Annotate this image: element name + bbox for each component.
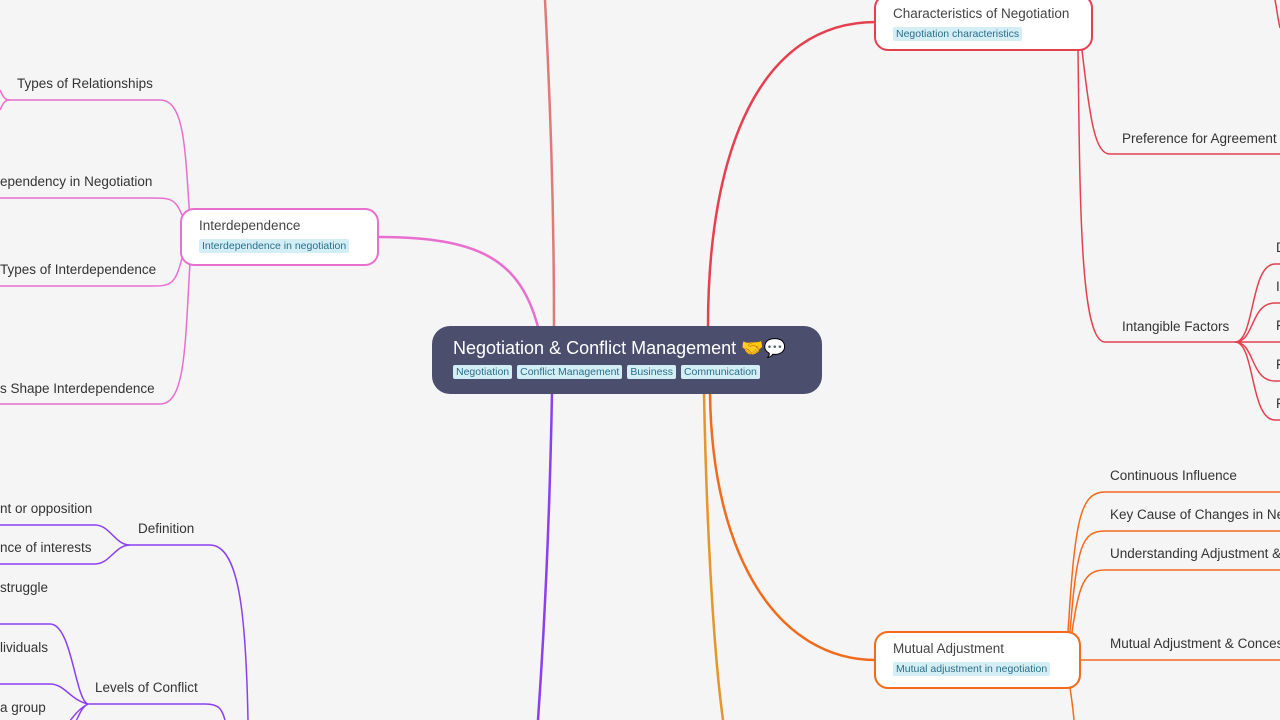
label-levels-of-conflict[interactable]: Levels of Conflict: [95, 680, 198, 696]
label-intangible-child-1[interactable]: D: [1276, 240, 1280, 256]
label-dependency-in-negotiation[interactable]: ependency in Negotiation: [0, 174, 152, 190]
link-interdep-dependency: [0, 197, 183, 216]
label-continuous-influence[interactable]: Continuous Influence: [1110, 468, 1237, 484]
label-individuals[interactable]: lividuals: [0, 640, 48, 656]
label-group[interactable]: a group: [0, 700, 46, 716]
link-root-top: [543, 0, 556, 328]
node-mutual-adjustment-tag[interactable]: Mutual adjustment in negotiation: [893, 662, 1051, 676]
label-intangible-factors[interactable]: Intangible Factors: [1122, 319, 1229, 335]
node-mutual-adjustment-title: Mutual Adjustment: [893, 641, 1005, 656]
label-understanding-adjustment[interactable]: Understanding Adjustment &: [1110, 546, 1280, 562]
root-tag-business[interactable]: Business: [627, 365, 676, 379]
link-conflict-levels: [88, 703, 226, 720]
link-interdep-types-rel: [10, 99, 191, 221]
link-root-interdependence: [377, 235, 540, 328]
node-characteristics-tag[interactable]: Negotiation characteristics: [893, 27, 1023, 41]
link-intangible-4: [1234, 341, 1280, 382]
link-root-characteristics: [706, 20, 877, 328]
link-mutual-understanding: [1071, 569, 1280, 633]
label-mutual-concession[interactable]: Mutual Adjustment & Conces: [1110, 636, 1280, 652]
label-types-of-interdependence[interactable]: Types of Interdependence: [0, 262, 156, 278]
link-char-top-right: [1274, 0, 1280, 29]
root-node[interactable]: Negotiation & Conflict Management 🤝💬 Neg…: [432, 326, 822, 394]
label-intangible-child-5[interactable]: F: [1276, 396, 1280, 412]
link-types-rel-fork-a: [0, 89, 11, 101]
node-interdependence[interactable]: Interdependence Interdependence in negot…: [180, 208, 379, 266]
label-interests[interactable]: nce of interests: [0, 540, 92, 556]
label-definition[interactable]: Definition: [138, 521, 194, 537]
link-intangible-2: [1234, 302, 1280, 343]
root-tag-negotiation[interactable]: Negotiation: [453, 365, 513, 379]
link-levels-d: [69, 703, 89, 720]
label-intangible-child-4[interactable]: F: [1276, 357, 1280, 373]
handshake-speech-emoji-icon: 🤝💬: [741, 338, 787, 358]
label-intangible-child-3[interactable]: F: [1276, 318, 1280, 334]
node-characteristics[interactable]: Characteristics of Negotiation Negotiati…: [874, 0, 1093, 51]
root-tag-conflict-management[interactable]: Conflict Management: [517, 365, 623, 379]
node-mutual-adjustment[interactable]: Mutual Adjustment Mutual adjustment in n…: [874, 631, 1081, 689]
link-root-conflict: [536, 392, 554, 720]
label-intangible-child-2[interactable]: I: [1276, 279, 1280, 295]
node-interdependence-title: Interdependence: [199, 218, 301, 233]
label-shape-interdependence[interactable]: s Shape Interdependence: [0, 381, 155, 397]
label-preference-for-agreement[interactable]: Preference for Agreement o: [1122, 131, 1280, 147]
root-tag-communication[interactable]: Communication: [680, 365, 760, 379]
label-opposition[interactable]: nt or opposition: [0, 501, 92, 517]
root-tags: Negotiation Conflict Management Business…: [453, 365, 802, 379]
link-root-mutual: [708, 392, 877, 662]
link-types-rel-fork-b: [0, 99, 11, 111]
link-levels-a: [0, 623, 89, 705]
label-key-cause[interactable]: Key Cause of Changes in Neg: [1110, 507, 1280, 523]
root-title: Negotiation & Conflict Management: [453, 338, 737, 358]
node-interdependence-tag[interactable]: Interdependence in negotiation: [199, 239, 350, 253]
label-types-of-relationships[interactable]: Types of Relationships: [17, 76, 153, 92]
link-mutual-down: [1069, 687, 1075, 720]
node-characteristics-title: Characteristics of Negotiation: [893, 6, 1070, 21]
link-char-intangible: [1077, 49, 1235, 343]
label-struggle[interactable]: struggle: [0, 580, 48, 596]
